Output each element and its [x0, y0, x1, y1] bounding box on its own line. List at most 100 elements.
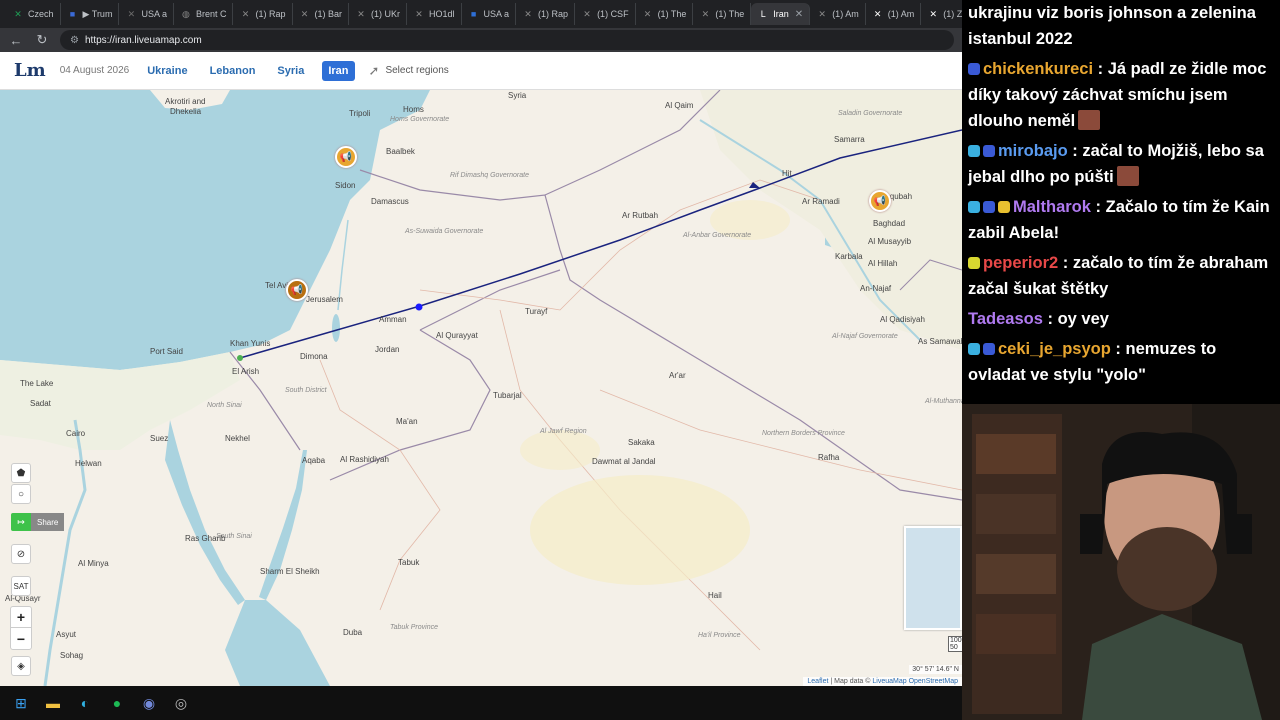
satellite-toggle-button[interactable]: SAT [11, 576, 31, 596]
liveuamap-logo[interactable]: Lm [14, 60, 46, 81]
stream-chat-panel: ukrajinu viz boris johnson a zelenina is… [962, 0, 1280, 404]
zoom-in-button[interactable]: + [11, 607, 31, 628]
map-label: Hail [708, 591, 722, 600]
map-label: Al Hillah [868, 259, 898, 268]
browser-tab-bar: ✕ Czech ■ ▶ Trum ✕ USA a ◍ Brent C ✕ (1) Rap ✕ (1) … [0, 0, 962, 28]
map-label: Dimona [300, 352, 328, 361]
region-tab-iran[interactable]: Iran [322, 60, 355, 81]
map-label: Helwan [75, 459, 102, 468]
browser-tab[interactable]: ✕ (1) Rap [516, 3, 576, 25]
edge-icon[interactable]: ◐ [74, 692, 96, 714]
map-view[interactable]: Akrotiri and Dhekelia Syria Homs Homs Govern… [0, 90, 962, 686]
chat-username[interactable]: Maltharok [1013, 198, 1091, 216]
map-label: Jordan [375, 345, 400, 354]
map-label: Al Qurayyat [436, 331, 478, 340]
chat-username[interactable]: ceki_je_psyop [998, 340, 1111, 358]
map-label: Al-Muthanna Governorate [925, 398, 962, 405]
coordinates-readout: 30° 57' 14.6" N [909, 665, 962, 674]
browser-tab[interactable]: ■ ▶ Trum [61, 3, 120, 25]
draw-polygon-icon[interactable]: ⬟ [11, 463, 31, 483]
url-input[interactable]: ⚙ https://iran.liveuamap.com [60, 30, 954, 50]
map-label: Sadat [30, 399, 51, 408]
zoom-out-button[interactable]: − [11, 628, 31, 649]
back-icon[interactable]: ← [8, 33, 24, 48]
leaflet-link[interactable]: Leaflet [807, 678, 828, 685]
lm-icon: L [760, 9, 766, 19]
discord-icon[interactable]: ◉ [138, 692, 160, 714]
map-label: Asyut [56, 630, 77, 639]
navigation-arrow-icon: ➚ [368, 62, 380, 78]
chat-message: ceki_je_psyop : nemuzes to ovladat ve st… [968, 336, 1274, 388]
x-icon: ✕ [818, 8, 826, 19]
road [319, 359, 441, 611]
chat-separator: : [1090, 198, 1106, 216]
map-label: South District [285, 387, 327, 394]
browser-tab[interactable]: ■ USA a [462, 3, 517, 25]
hide-layers-icon[interactable]: ⊘ [11, 544, 31, 564]
chat-badge-icon [983, 201, 995, 213]
folder-icon[interactable]: ▬ [42, 692, 64, 714]
spotify-icon[interactable]: ● [106, 692, 128, 714]
desert-patch [520, 430, 600, 470]
chat-username[interactable]: Tadeasos [968, 310, 1043, 328]
browser-tab[interactable]: ✕ (1) The [693, 3, 752, 25]
map-label: Al Jawf Region [540, 428, 587, 435]
liveuamap-link[interactable]: LiveuaMap [872, 678, 906, 685]
browser-tab[interactable]: ✕ (1) Bar [293, 3, 350, 25]
region-tab-ukraine[interactable]: Ukraine [143, 61, 191, 81]
map-label: Khan Yunis [230, 339, 271, 348]
close-tab-icon[interactable]: ✕ [795, 9, 803, 20]
osm-link[interactable]: OpenStreetMap [907, 678, 958, 685]
chat-username[interactable]: chickenkureci [983, 60, 1093, 78]
chat-username[interactable]: mirobajo [998, 142, 1068, 160]
browser-tab[interactable]: ✕ (1) Am [866, 3, 922, 25]
browser-tab[interactable]: ✕ (1) The [636, 3, 694, 25]
minimap[interactable] [904, 526, 962, 630]
chat-username[interactable]: peperior2 [983, 254, 1058, 272]
region-tab-lebanon[interactable]: Lebanon [206, 61, 260, 81]
layers-icon[interactable]: ◈ [11, 656, 31, 676]
draw-circle-icon[interactable]: ○ [11, 484, 31, 504]
browser-tab[interactable]: ✕ (1) Zac [921, 3, 962, 25]
x-icon: ✕ [701, 8, 710, 19]
browser-tab[interactable]: ✕ (1) Am [810, 3, 866, 25]
browser-address-bar: ← ↻ ⚙ https://iran.liveuamap.com [0, 28, 962, 52]
map-label: Ha'il Province [698, 632, 741, 639]
tab-label: (1) Zac [943, 9, 962, 19]
desert-nafud [530, 475, 750, 585]
share-button[interactable]: ↦ Share [11, 513, 65, 531]
map-label: Cairo [66, 429, 86, 438]
windows-start-icon[interactable]: ⊞ [10, 692, 32, 714]
map-attribution: Leaflet | Map data © LiveuaMap OpenStree… [803, 677, 962, 686]
x-icon: ✕ [127, 8, 136, 19]
map-label: Ar Rutbah [622, 211, 659, 220]
browser-tab[interactable]: ◍ Brent C [174, 3, 234, 25]
select-regions-button[interactable]: ➚ Select regions [369, 63, 449, 79]
event-marker-baghdad[interactable]: 📢 [869, 190, 891, 212]
steam-icon[interactable]: ◎ [170, 692, 192, 714]
zoom-control: + − [10, 606, 32, 650]
map-label: Syria [508, 91, 527, 100]
globe-icon: ◍ [182, 8, 190, 19]
event-marker-lebanon[interactable]: 📢 [335, 146, 357, 168]
map-label: Al Minya [78, 559, 109, 568]
url-text: https://iran.liveuamap.com [84, 34, 202, 46]
browser-tab[interactable]: ✕ HO1dl [407, 3, 462, 25]
browser-tab[interactable]: ✕ (1) UKr [349, 3, 408, 25]
x-icon: ✕ [14, 8, 22, 19]
map-label: Baalbek [386, 147, 415, 156]
map-label: Al-Najaf Governorate [832, 333, 898, 340]
region-tab-syria[interactable]: Syria [273, 61, 308, 81]
gulf-of-aqaba [259, 450, 307, 600]
chat-message: mirobajo : začal to Mojžiš, lebo sa jeba… [968, 138, 1274, 190]
site-info-icon[interactable]: ⚙ [70, 35, 79, 46]
event-marker-tel-aviv[interactable]: 📢 [286, 279, 308, 301]
browser-tab[interactable]: ✕ (1) CSF [575, 3, 636, 25]
reload-icon[interactable]: ↻ [34, 32, 50, 48]
x-icon: ✕ [300, 8, 309, 19]
browser-tab[interactable]: L Iran ✕ [751, 3, 811, 25]
browser-tab[interactable]: ✕ USA a [119, 3, 174, 25]
map-label: As-Suwaida Governorate [405, 228, 484, 235]
browser-tab[interactable]: ✕ (1) Rap [233, 3, 293, 25]
browser-tab[interactable]: ✕ Czech [6, 3, 61, 25]
